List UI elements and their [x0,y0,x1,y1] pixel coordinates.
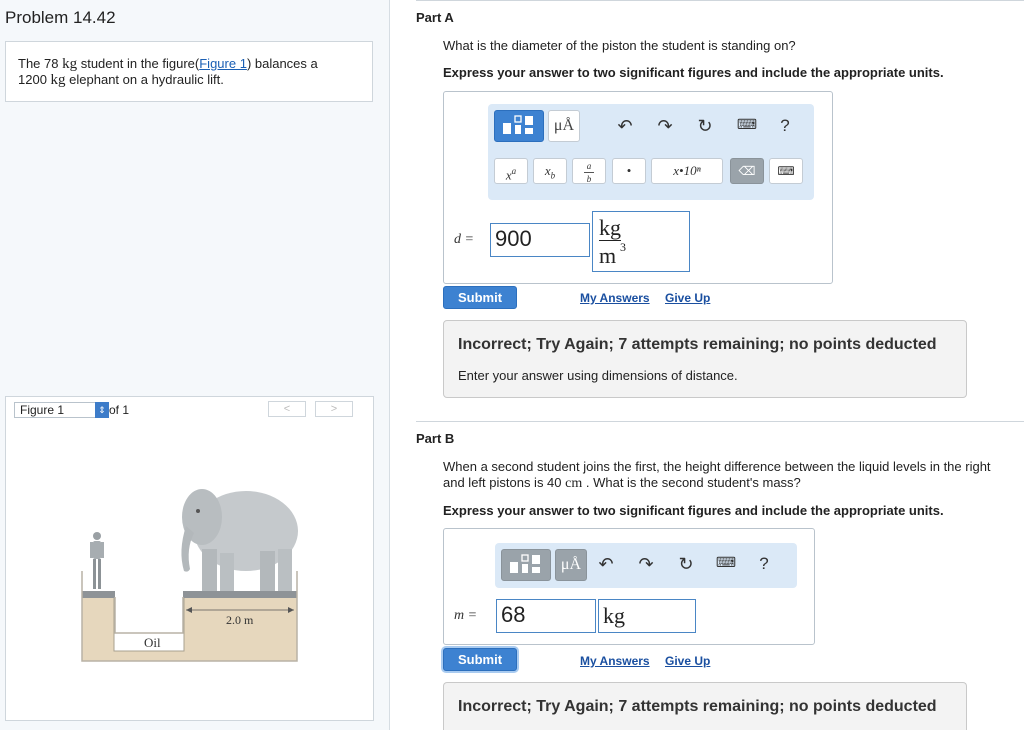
part-b-give-up-link[interactable]: Give Up [665,654,710,668]
part-a-value-input[interactable]: 900 [490,223,590,257]
part-a-feedback-hint: Enter your answer using dimensions of di… [458,368,738,383]
reset-icon[interactable]: ↻ [694,116,716,137]
part-a-variable: d = [454,232,474,247]
part-b-variable: m = [454,608,478,623]
part-b-answer-box: μÅ ↶ ↷ ↻ ⌨ ? m = 68 kg [443,528,815,645]
part-b-feedback: Incorrect; Try Again; 7 attempts remaini… [443,682,967,730]
elephant-figure [181,489,298,591]
subscript-button[interactable]: xb [533,158,567,184]
keyboard-icon[interactable]: ⌨ [736,116,758,133]
oil-label: Oil [144,635,161,650]
figure-area: 2.0 m Oil [5,421,374,721]
help-button[interactable]: ? [774,116,796,136]
part-b-value-input[interactable]: 68 [496,599,596,633]
templates-icon [510,554,540,573]
top-divider [416,0,1024,1]
part-a-answer-box: μÅ ↶ ↷ ↻ ⌨ ? xa xb ab • x•10ⁿ ⌫ ⌨ d = 90… [443,91,833,284]
distance-label: 2.0 m [226,613,254,627]
part-a-label: Part A [416,10,454,25]
part-b-my-answers-link[interactable]: My Answers [580,654,650,668]
part-b-instruction: Express your answer to two significant f… [443,503,944,518]
problem-title: Problem 14.42 [5,8,116,27]
templates-button[interactable] [494,110,544,142]
scientific-notation-button[interactable]: x•10ⁿ [651,158,723,184]
undo-icon[interactable]: ↶ [614,116,636,137]
problem-statement: The 78 kg student in the figure(Figure 1… [5,41,373,102]
part-a-unit-input[interactable]: kg m 3 [592,211,690,272]
reset-icon[interactable]: ↻ [675,554,697,575]
redo-icon[interactable]: ↷ [635,554,657,575]
figure-count: of 1 [109,403,130,417]
redo-icon[interactable]: ↷ [654,116,676,137]
units-button[interactable]: μÅ [548,110,580,142]
part-a-give-up-link[interactable]: Give Up [665,291,710,305]
multiply-dot-button[interactable]: • [612,158,646,184]
hydraulic-lift-figure: 2.0 m Oil [81,489,298,662]
templates-button[interactable] [501,549,551,581]
part-b-feedback-title: Incorrect; Try Again; 7 attempts remaini… [458,698,937,715]
part-a-submit-button[interactable]: Submit [443,286,517,309]
part-divider [416,421,1024,422]
part-a-feedback: Incorrect; Try Again; 7 attempts remaini… [443,320,967,398]
part-b-label: Part B [416,431,455,446]
figure-link[interactable]: Figure 1 [199,56,247,71]
superscript-button[interactable]: xa [494,158,528,184]
figure-nav-bar: Figure 1 ⇕ of 1 < > [5,396,374,422]
part-a-feedback-title: Incorrect; Try Again; 7 attempts remaini… [458,336,937,353]
problem-panel: Problem 14.42 The 78 kg student in the f… [0,0,390,730]
part-a-question: What is the diameter of the piston the s… [443,38,796,53]
undo-icon[interactable]: ↶ [595,554,617,575]
templates-icon [503,115,533,134]
prev-figure-button[interactable]: < [268,401,306,417]
select-spinner-icon: ⇕ [95,402,109,418]
next-figure-button[interactable]: > [315,401,353,417]
help-button[interactable]: ? [753,554,775,574]
part-a-instruction: Express your answer to two significant f… [443,65,944,80]
part-b-submit-button[interactable]: Submit [443,648,517,671]
part-b-unit-input[interactable]: kg [598,599,696,633]
part-b-question: When a second student joins the first, t… [443,459,991,491]
part-b-toolbar: μÅ ↶ ↷ ↻ ⌨ ? [495,543,797,588]
units-button[interactable]: μÅ [555,549,587,581]
answer-panel: Part A What is the diameter of the pisto… [390,0,1024,730]
fraction-button[interactable]: ab [572,158,606,184]
figure-select[interactable]: Figure 1 ⇕ [14,402,109,418]
keyboard-toggle-icon[interactable]: ⌨ [769,158,803,184]
keyboard-icon[interactable]: ⌨ [715,554,737,571]
part-a-toolbar: μÅ ↶ ↷ ↻ ⌨ ? xa xb ab • x•10ⁿ ⌫ ⌨ [488,104,814,200]
part-a-my-answers-link[interactable]: My Answers [580,291,650,305]
student-figure [90,532,104,589]
backspace-icon[interactable]: ⌫ [730,158,764,184]
